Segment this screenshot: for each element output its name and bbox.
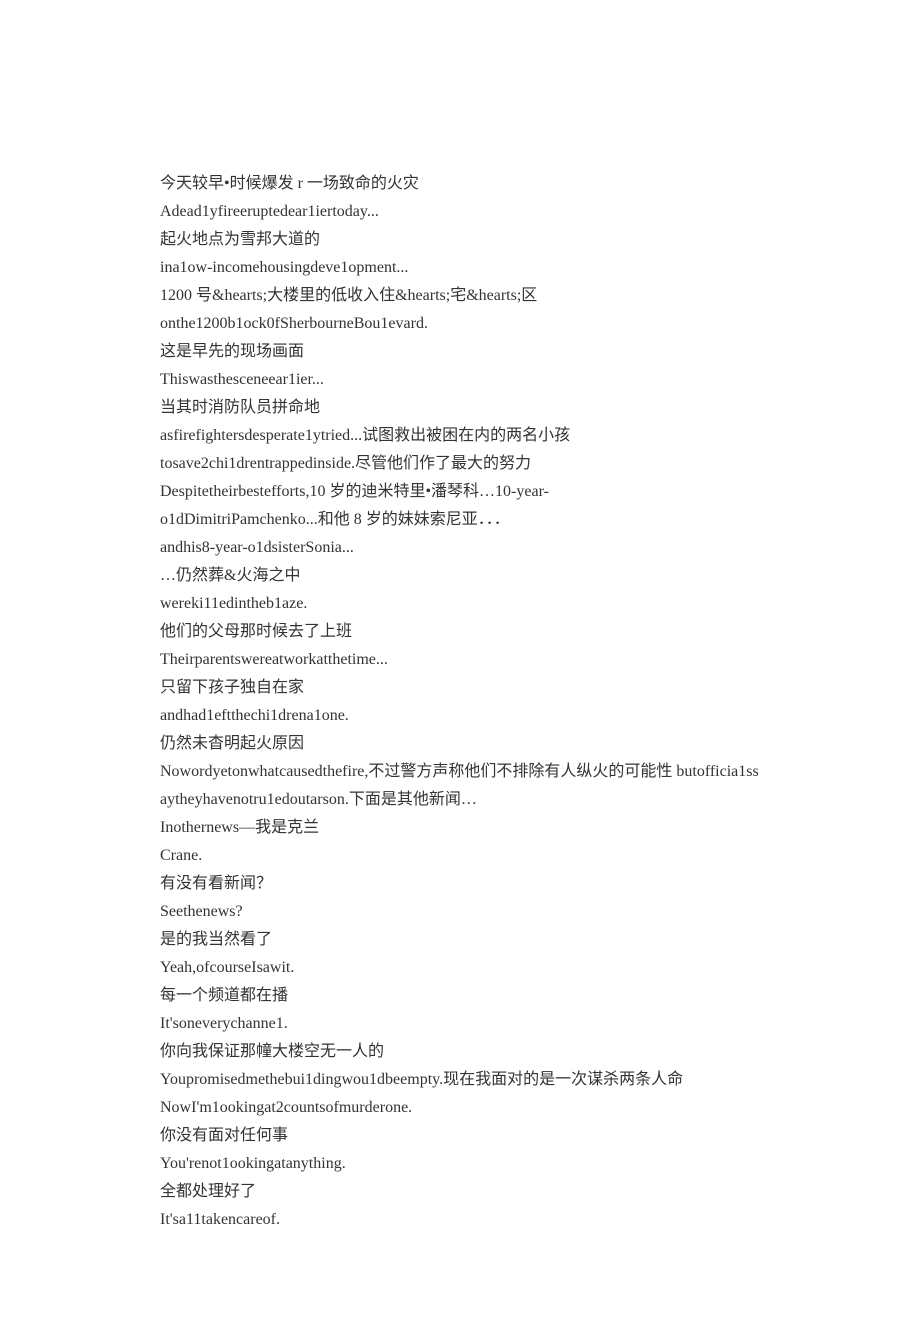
text-line: 他们的父母那时候去了上班 (160, 618, 760, 646)
text-line: Nowordyetonwhatcausedthefire,不过警方声称他们不排除… (160, 758, 760, 814)
text-line: andhis8-year-o1dsisterSonia... (160, 534, 760, 562)
text-line: Theirparentswereatworkatthetime... (160, 646, 760, 674)
text-line: 仍然未杳明起火原因 (160, 730, 760, 758)
text-line: You'renot1ookingatanything. (160, 1150, 760, 1178)
text-line: 这是早先的现场画面 (160, 338, 760, 366)
text-line: tosave2chi1drentrappedinside.尽管他们作了最大的努力 (160, 450, 760, 478)
text-line: Inothernews―我是克兰 (160, 814, 760, 842)
document-page: 今天较早•时候爆发 r 一场致命的火灾Adead1yfireeruptedear… (0, 0, 920, 1334)
text-line: 你向我保证那幢大楼空无一人的 (160, 1038, 760, 1066)
text-line: 今天较早•时候爆发 r 一场致命的火灾 (160, 170, 760, 198)
text-line: 你没有面对任何事 (160, 1122, 760, 1150)
text-line: It'sa11takencareof. (160, 1206, 760, 1234)
text-line: Yeah,ofcourseIsawit. (160, 954, 760, 982)
text-line: asfirefightersdesperate1ytried...试图救出被困在… (160, 422, 760, 450)
text-line: 有没有看新闻？ (160, 870, 760, 898)
text-line: Crane. (160, 842, 760, 870)
text-line: 每一个频道都在播 (160, 982, 760, 1010)
text-line: wereki11edintheb1aze. (160, 590, 760, 618)
text-line: 是的我当然看了 (160, 926, 760, 954)
text-line: NowI'm1ookingat2countsofmurderone. (160, 1094, 760, 1122)
text-line: 全都处理好了 (160, 1178, 760, 1206)
text-line: 起火地点为雪邦大道的 (160, 226, 760, 254)
text-line: Youpromisedmethebui1dingwou1dbeempty.现在我… (160, 1066, 760, 1094)
text-line: Despitetheirbestefforts,10 岁的迪米特里•潘琴科…10… (160, 478, 760, 506)
text-line: Thiswasthesceneear1ier... (160, 366, 760, 394)
text-line: It'soneverychanne1. (160, 1010, 760, 1038)
text-line: o1dDimitriPamchenko...和他 8 岁的妹妹索尼亚．．． (160, 506, 760, 534)
text-line: Adead1yfireeruptedear1iertoday... (160, 198, 760, 226)
text-line: onthe1200b1ock0fSherbourneBou1evard. (160, 310, 760, 338)
text-line: 1200 号&hearts;大楼里的低收入住&hearts;宅&hearts;区 (160, 282, 760, 310)
text-line: andhad1eftthechi1drena1one. (160, 702, 760, 730)
text-line: 只留下孩子独自在家 (160, 674, 760, 702)
text-line: ina1ow-incomehousingdeve1opment... (160, 254, 760, 282)
text-line: Seethenews? (160, 898, 760, 926)
document-content: 今天较早•时候爆发 r 一场致命的火灾Adead1yfireeruptedear… (160, 170, 760, 1234)
text-line: 当其时消防队员拼命地 (160, 394, 760, 422)
text-line: …仍然葬&火海之中 (160, 562, 760, 590)
